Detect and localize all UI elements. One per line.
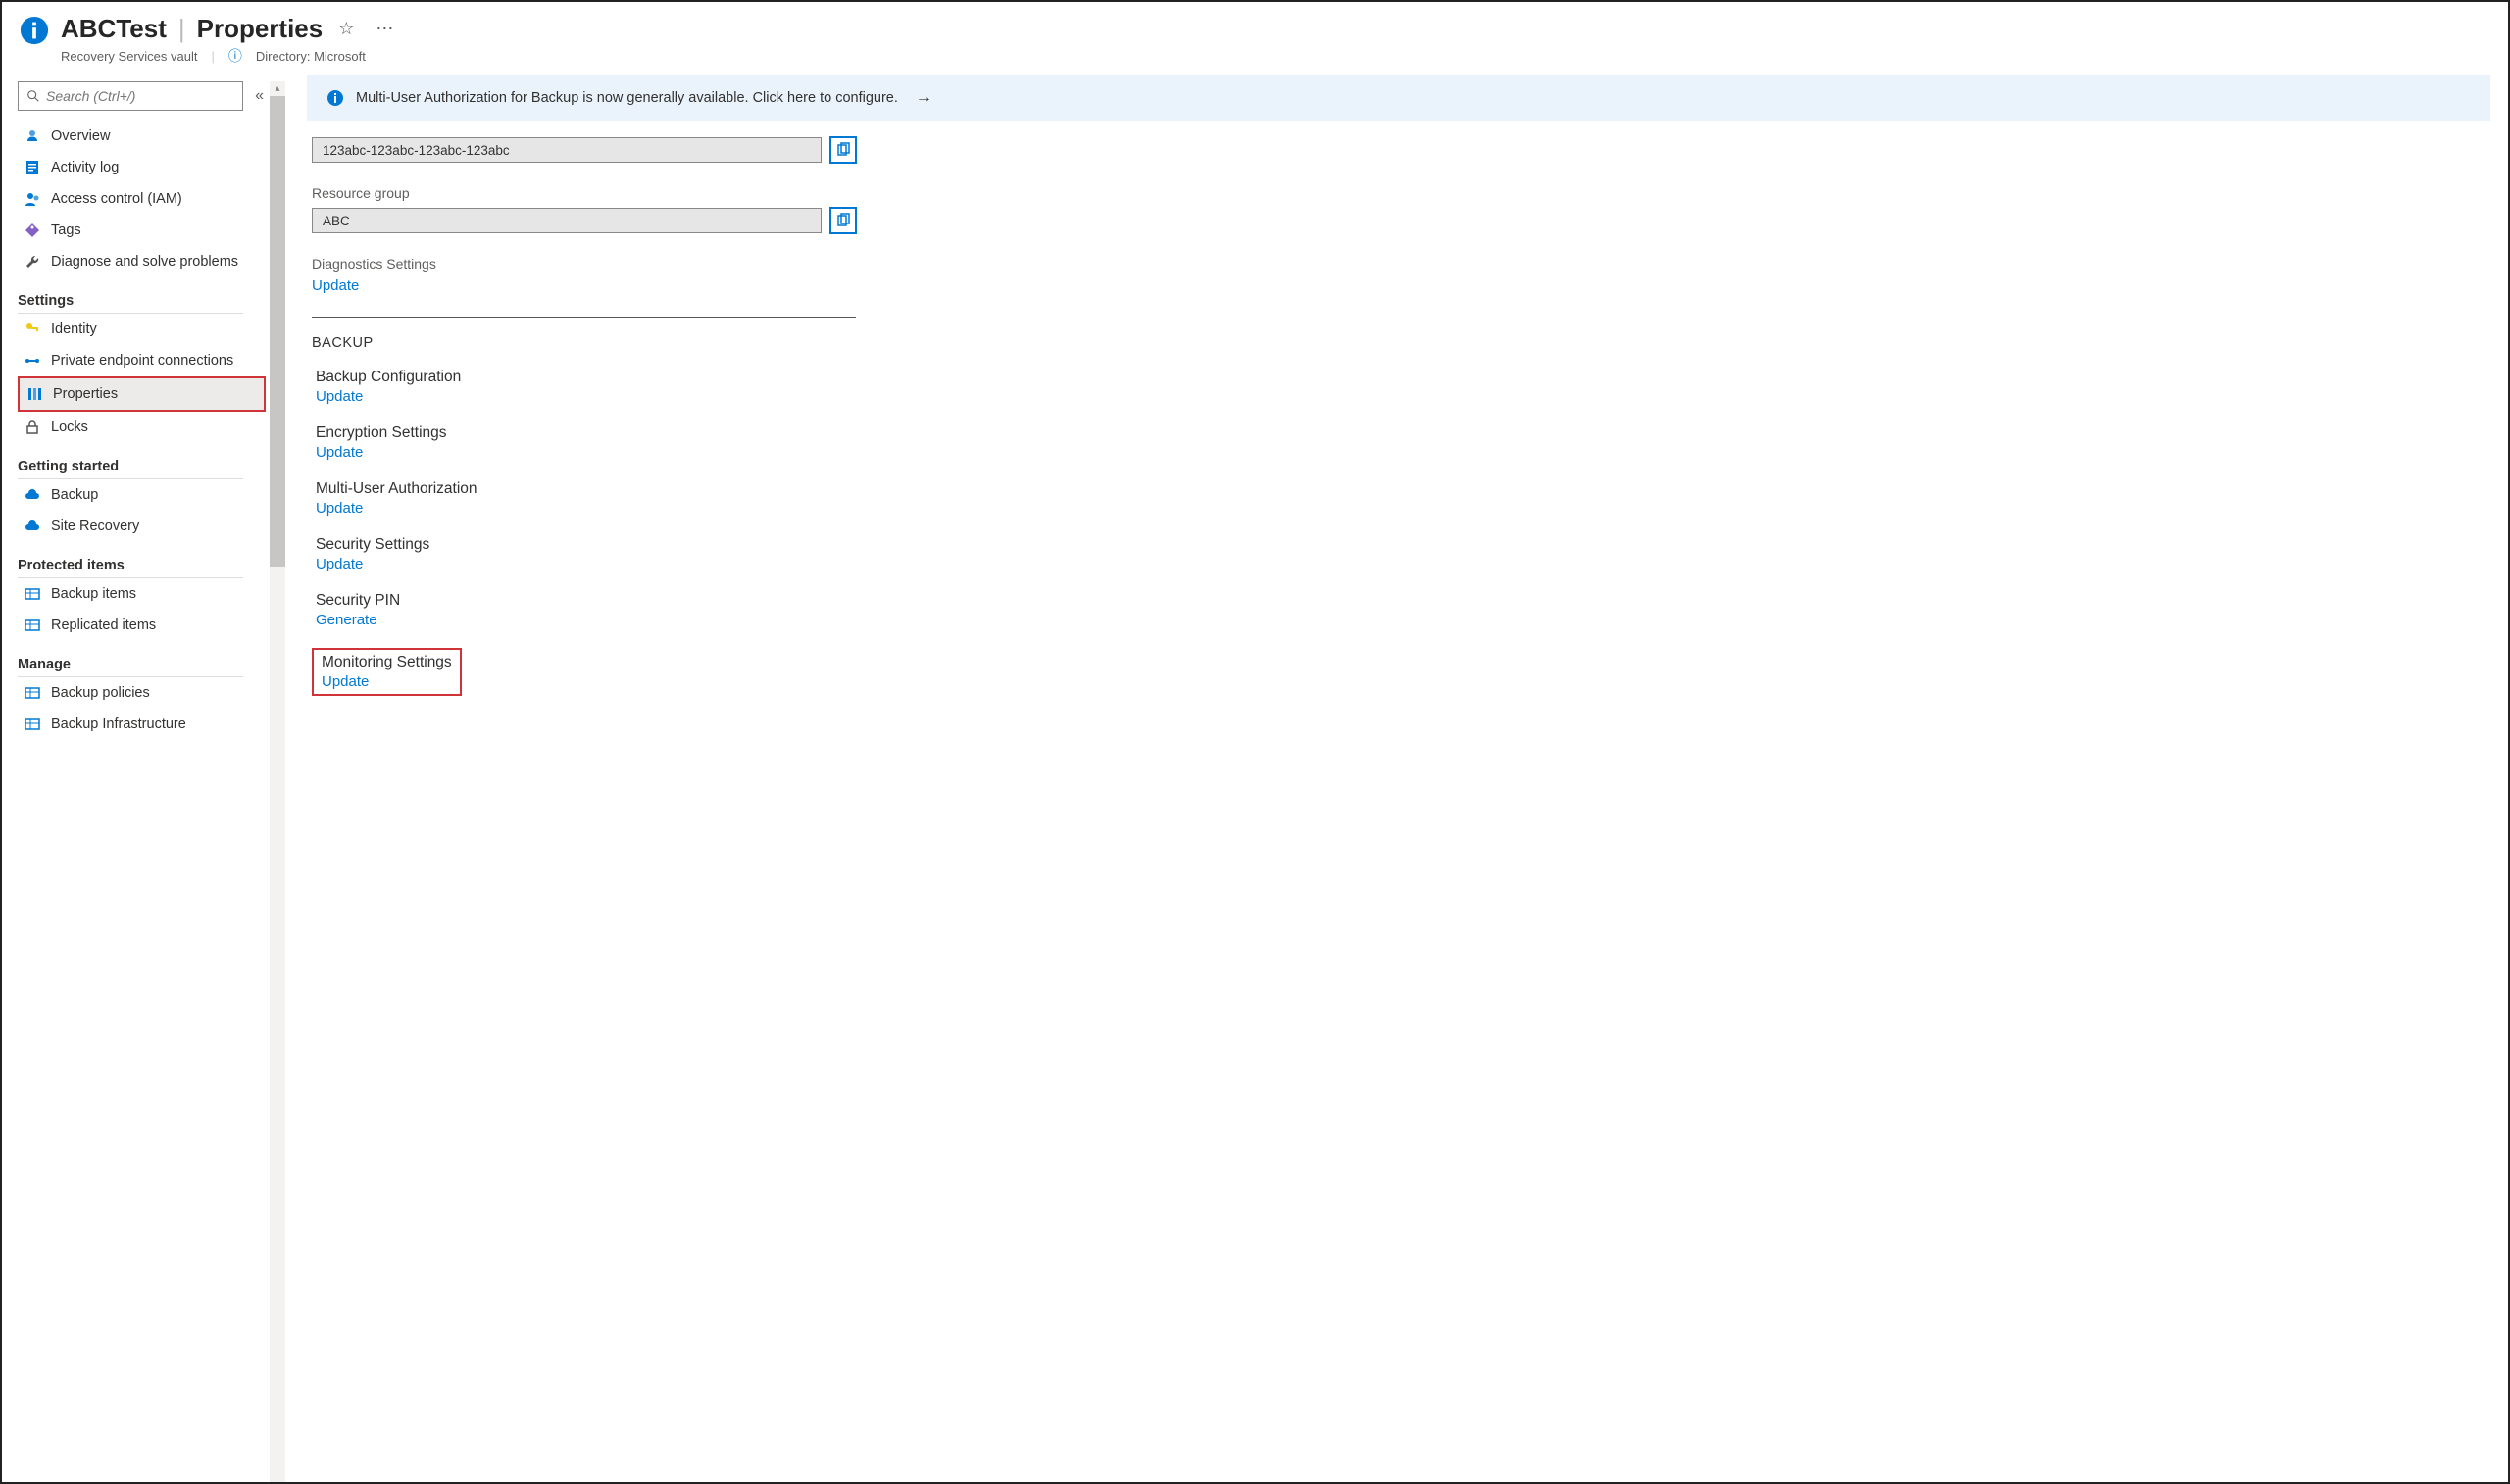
info-banner[interactable]: Multi-User Authorization for Backup is n… <box>307 75 2490 121</box>
sidebar-item-tags[interactable]: Tags <box>18 215 266 246</box>
sidebar-item-label: Tags <box>51 223 81 238</box>
sidebar-group-getting-started: Getting started <box>18 449 243 479</box>
cloud-icon <box>24 486 41 504</box>
wrench-icon <box>24 253 41 271</box>
grid-icon <box>24 617 41 634</box>
lock-icon <box>24 419 41 436</box>
favorite-button[interactable]: ☆ <box>332 17 360 41</box>
sidebar-item-label: Backup <box>51 487 98 503</box>
copy-vault-id-button[interactable] <box>829 136 857 164</box>
cloud-icon <box>24 518 41 535</box>
resource-group-field[interactable] <box>312 208 822 233</box>
property-monitoring-settings: Monitoring Settings Update <box>312 648 462 696</box>
resource-group-label: Resource group <box>312 185 2490 201</box>
property-action-link[interactable]: Update <box>322 673 452 690</box>
page-header: ABCTest | Properties ☆ ⋯ Recovery Servic… <box>2 2 2508 75</box>
sidebar-item-backup-policies[interactable]: Backup policies <box>18 677 266 709</box>
directory-label: Directory: Microsoft <box>256 49 366 64</box>
props-icon <box>25 385 43 403</box>
property-security-pin: Security PIN Generate <box>312 592 2490 628</box>
property-action-link[interactable]: Update <box>316 388 2490 405</box>
page-title: Properties <box>197 14 324 44</box>
diagnostics-label: Diagnostics Settings <box>312 256 2490 272</box>
grid-icon <box>24 716 41 733</box>
property-action-link[interactable]: Update <box>316 556 2490 572</box>
sidebar-item-label: Access control (IAM) <box>51 191 182 207</box>
sidebar-item-label: Backup Infrastructure <box>51 717 186 732</box>
resource-type: Recovery Services vault <box>61 49 197 64</box>
sidebar-item-label: Overview <box>51 128 110 144</box>
sidebar-item-label: Properties <box>53 386 118 402</box>
sidebar-item-identity[interactable]: Identity <box>18 314 266 345</box>
sidebar-group-manage: Manage <box>18 647 243 677</box>
property-encryption-settings: Encryption Settings Update <box>312 424 2490 461</box>
title-separator: | <box>178 14 185 44</box>
sidebar-item-access-control-iam-[interactable]: Access control (IAM) <box>18 183 266 215</box>
property-label: Backup Configuration <box>316 369 2490 386</box>
sidebar-item-private-endpoint-connections[interactable]: Private endpoint connections <box>18 345 266 376</box>
sidebar-item-label: Backup items <box>51 586 136 602</box>
sidebar-item-label: Activity log <box>51 160 119 175</box>
sidebar-item-replicated-items[interactable]: Replicated items <box>18 610 266 641</box>
resource-title: ABCTest <box>61 14 167 44</box>
search-input-wrapper[interactable] <box>18 81 243 111</box>
sidebar-item-label: Site Recovery <box>51 519 139 534</box>
arrow-right-icon: → <box>916 89 931 107</box>
banner-text: Multi-User Authorization for Backup is n… <box>356 90 898 106</box>
sidebar-item-label: Locks <box>51 420 88 435</box>
sidebar-item-backup[interactable]: Backup <box>18 479 266 511</box>
info-icon: ⓘ <box>228 46 242 66</box>
sidebar-item-label: Backup policies <box>51 685 150 701</box>
sidebar-item-label: Diagnose and solve problems <box>51 254 238 270</box>
grid-icon <box>24 585 41 603</box>
endpoint-icon <box>24 352 41 370</box>
sidebar-item-properties[interactable]: Properties <box>18 376 266 412</box>
property-label: Security PIN <box>316 592 2490 610</box>
sidebar-item-label: Private endpoint connections <box>51 353 233 369</box>
sidebar-item-site-recovery[interactable]: Site Recovery <box>18 511 266 542</box>
property-backup-configuration: Backup Configuration Update <box>312 369 2490 405</box>
property-action-link[interactable]: Generate <box>316 612 2490 628</box>
search-input[interactable] <box>46 88 234 104</box>
property-label: Multi-User Authorization <box>316 480 2490 498</box>
property-multi-user-authorization: Multi-User Authorization Update <box>312 480 2490 517</box>
key-icon <box>24 321 41 338</box>
diagnostics-update-link[interactable]: Update <box>312 277 359 294</box>
property-label: Encryption Settings <box>316 424 2490 442</box>
property-label: Monitoring Settings <box>322 654 452 671</box>
property-label: Security Settings <box>316 536 2490 554</box>
content-pane: Multi-User Authorization for Backup is n… <box>286 75 2508 1482</box>
sidebar-item-locks[interactable]: Locks <box>18 412 266 443</box>
sidebar-group-protected-items: Protected items <box>18 548 243 578</box>
tag-icon <box>24 222 41 239</box>
sidebar-item-activity-log[interactable]: Activity log <box>18 152 266 183</box>
property-security-settings: Security Settings Update <box>312 536 2490 572</box>
property-action-link[interactable]: Update <box>316 500 2490 517</box>
copy-resource-group-button[interactable] <box>829 207 857 234</box>
sidebar-item-diagnose-and-solve-problems[interactable]: Diagnose and solve problems <box>18 246 266 277</box>
backup-section-title: BACKUP <box>312 335 2490 351</box>
sidebar-item-backup-items[interactable]: Backup items <box>18 578 266 610</box>
overview-icon <box>24 127 41 145</box>
vault-icon <box>20 16 49 45</box>
sidebar-item-backup-infrastructure[interactable]: Backup Infrastructure <box>18 709 266 740</box>
sidebar-item-overview[interactable]: Overview <box>18 121 266 152</box>
sidebar-item-label: Identity <box>51 322 97 337</box>
collapse-sidebar-button[interactable]: « <box>253 85 266 107</box>
sidebar-group-settings: Settings <box>18 283 243 314</box>
sidebar: « Overview Activity log Access control (IA… <box>2 75 286 1482</box>
iam-icon <box>24 190 41 208</box>
log-icon <box>24 159 41 176</box>
search-icon <box>26 89 40 103</box>
property-action-link[interactable]: Update <box>316 444 2490 461</box>
sidebar-scrollbar[interactable]: ▴ <box>270 81 285 1482</box>
more-button[interactable]: ⋯ <box>370 17 399 41</box>
grid-icon <box>24 684 41 702</box>
vault-id-field[interactable] <box>312 137 822 163</box>
sidebar-item-label: Replicated items <box>51 618 156 633</box>
